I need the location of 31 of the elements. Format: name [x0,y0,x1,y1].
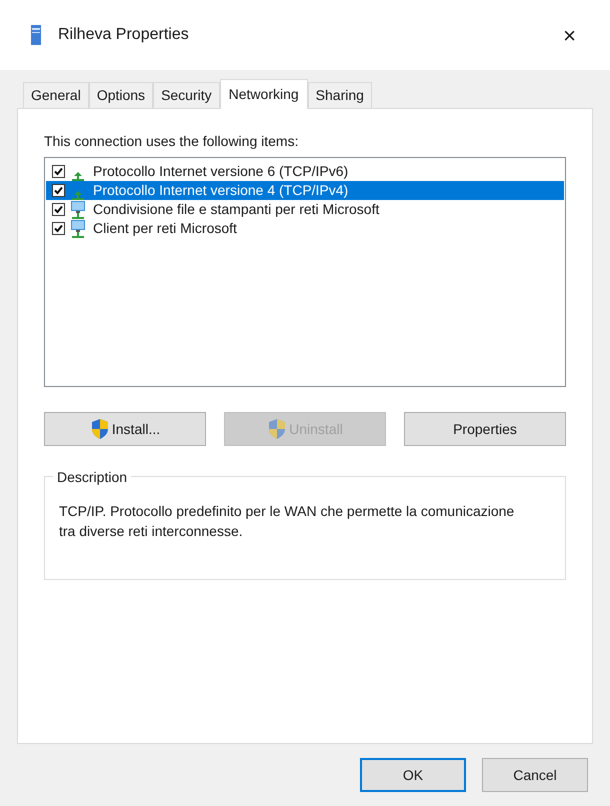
tab[interactable]: Options [88,82,154,108]
action-button[interactable]: Install... [44,412,206,446]
list-item[interactable]: Client per reti Microsoft [46,219,564,238]
item-label: Protocollo Internet versione 6 (TCP/IPv6) [93,162,348,181]
list-item[interactable]: Protocollo Internet versione 4 (TCP/IPv4) [46,181,564,200]
network-protocol-icon [72,191,84,200]
tab[interactable]: Networking [220,79,308,109]
dialog-button[interactable]: OK [360,758,466,792]
tab[interactable]: Sharing [308,82,372,108]
checkbox[interactable] [52,222,65,235]
checkbox[interactable] [52,203,65,216]
list-item[interactable]: Protocollo Internet versione 6 (TCP/IPv6) [46,162,564,181]
checkbox[interactable] [52,184,65,197]
item-label: Client per reti Microsoft [93,219,237,238]
tab[interactable]: Security [153,82,220,108]
list-item[interactable]: Condivisione file e stampanti per reti Microsoft [46,200,564,219]
item-label: Protocollo Internet versione 4 (TCP/IPv4) [93,181,348,200]
close-button[interactable]: × [559,18,580,52]
computer-icon [30,24,42,46]
action-button[interactable]: Properties [404,412,566,446]
tab[interactable]: General [23,82,89,108]
items-list[interactable]: Protocollo Internet versione 6 (TCP/IPv6) Protocollo Internet versione 4 (TCP/IPv4) Condivisione file e stampanti per reti Microsoft Client per reti Microsoft [44,157,566,387]
description-text: TCP/IP. Protocollo predefinito per le WAN che permette la comunicazione tra diverse reti interconnesse. [59,502,516,541]
network-computer-icon [69,200,87,220]
network-protocol-icon [72,172,84,181]
items-label: This connection uses the following items: [44,132,300,151]
checkbox[interactable] [52,165,65,178]
item-label: Condivisione file e stampanti per reti Microsoft [93,200,380,219]
dialog-button[interactable]: Cancel [482,758,588,792]
network-computer-icon [69,218,87,238]
window-title: Rilheva Properties [58,25,189,45]
